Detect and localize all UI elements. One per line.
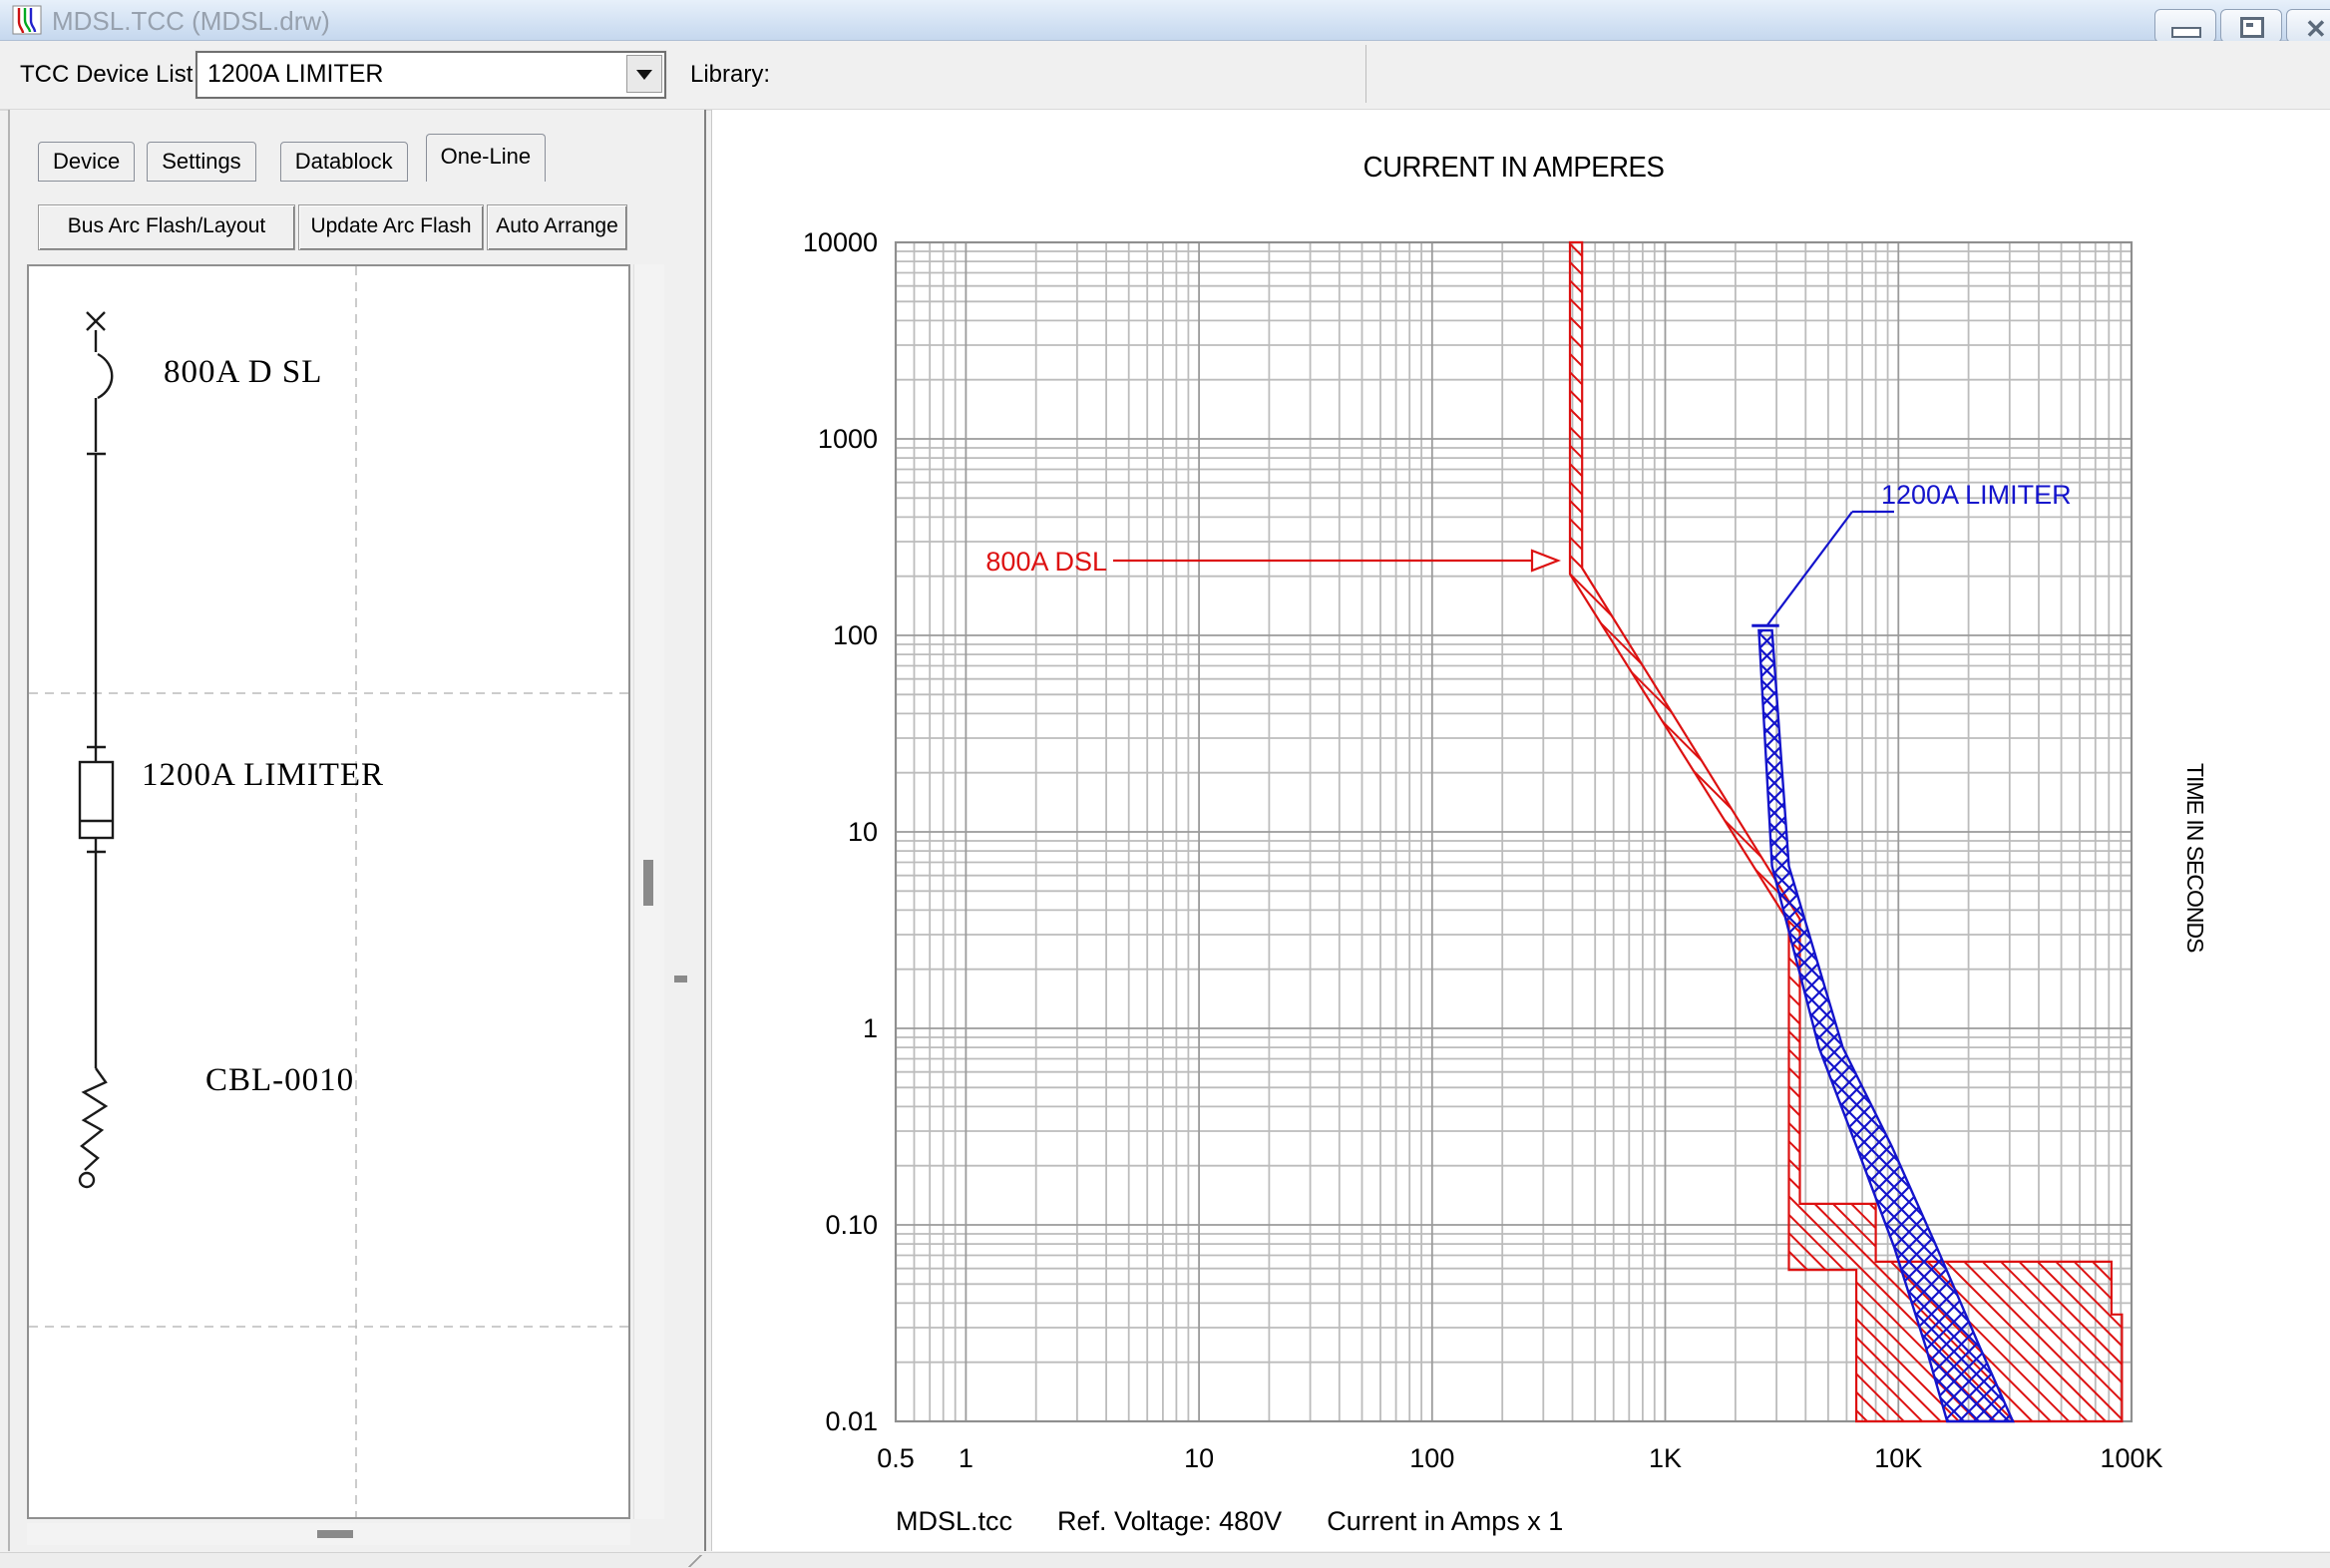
minimize-icon [2171,27,2201,38]
callout-800a-dsl[interactable]: 800A DSL [985,547,1558,577]
caption-ref-voltage: Ref. Voltage: 480V [1057,1506,1282,1537]
oneline-vertical-scrollbar[interactable] [633,264,664,1519]
chart-title: CURRENT IN AMPERES [927,152,2101,185]
vertical-scrollbar-thumb[interactable] [643,860,653,906]
tab-settings[interactable]: Settings [147,142,256,182]
x-tick-label: 1 [959,1443,973,1473]
x-tick-label: 1K [1649,1443,1682,1473]
arrowhead-icon [1532,551,1558,571]
toolbar: TCC Device List: 1200A LIMITER Library: [0,41,2330,111]
leader-line [1766,512,1852,626]
close-button[interactable]: ✕ [2286,9,2330,43]
x-tick-label: 100 [1409,1443,1454,1473]
toolbar-separator [1365,45,1366,103]
restore-icon [2240,17,2264,38]
chevron-down-icon [636,70,652,80]
app-icon [12,5,42,35]
update-arc-flash-button[interactable]: Update Arc Flash [298,204,484,250]
oneline-label-cable[interactable]: CBL-0010 [205,1062,354,1099]
x-tick-label: 0.5 [877,1443,915,1473]
y-tick-label: 0.01 [825,1406,878,1436]
oneline-canvas[interactable]: 800A D SL 1200A LIMITER CBL-0010 [27,264,630,1519]
x-tick-label: 100K [2100,1443,2162,1473]
tcc-device-list-label: TCC Device List: [20,61,199,89]
x-tick-label: 10 [1184,1443,1214,1473]
panel-splitter[interactable] [666,110,706,1551]
tcc-chart-panel: CURRENT IN AMPERES 10000 1000 100 10 1 0.10 0.… [711,110,2330,1551]
horizontal-scrollbar-thumb[interactable] [317,1530,353,1538]
minimize-button[interactable] [2154,9,2216,43]
restore-button[interactable] [2220,9,2282,43]
fuse-symbol[interactable] [80,747,113,1068]
curve-label-1200a-limiter: 1200A LIMITER [1881,480,2072,510]
left-panel: Device Settings Datablock One-Line Bus Arc … [8,110,706,1551]
panel-edge [704,110,706,1551]
titlebar[interactable]: MDSL.TCC (MDSL.drw) ✕ [0,0,2330,41]
tab-device[interactable]: Device [38,142,135,182]
y-tick-label: 1 [863,1013,878,1043]
chart-caption: MDSL.tcc Ref. Voltage: 480V Current in A… [896,1506,1563,1537]
y-tick-label: 10000 [803,227,878,257]
cable-symbol[interactable] [80,1068,106,1187]
tab-one-line[interactable]: One-Line [426,134,547,182]
breaker-symbol[interactable] [87,312,112,747]
y-axis-title: TIME IN SECONDS [2181,763,2208,992]
splitter-handle[interactable] [674,976,687,982]
caption-filename: MDSL.tcc [896,1506,1012,1537]
caption-current-scale: Current in Amps x 1 [1327,1506,1563,1537]
oneline-label-fuse[interactable]: 1200A LIMITER [142,757,384,794]
resize-grip-icon[interactable] [688,1555,702,1567]
status-bar [0,1552,2330,1568]
y-tick-label: 10 [848,817,878,847]
y-tick-label: 100 [833,620,878,650]
auto-arrange-button[interactable]: Auto Arrange [487,204,627,250]
tcc-plot[interactable]: 10000 1000 100 10 1 0.10 0.01 0.5 1 10 100 1K 10K 100… [712,110,2330,1551]
oneline-drawing [29,266,628,1517]
tcc-device-list-combobox[interactable]: 1200A LIMITER [195,51,666,99]
callout-1200a-limiter[interactable]: 1200A LIMITER [1766,480,2072,626]
app-window: MDSL.TCC (MDSL.drw) ✕ TCC Device List: 1… [0,0,2330,1568]
library-label: Library: [690,61,770,89]
window-title: MDSL.TCC (MDSL.drw) [52,6,330,37]
curve-label-800a-dsl: 800A DSL [985,547,1107,577]
y-tick-label: 1000 [818,424,878,454]
tab-datablock[interactable]: Datablock [280,142,408,182]
oneline-horizontal-scrollbar[interactable] [27,1523,630,1545]
combobox-value: 1200A LIMITER [207,60,383,89]
combobox-dropdown-button[interactable] [626,55,662,93]
oneline-label-breaker[interactable]: 800A D SL [164,354,322,391]
bus-arc-flash-layout-button[interactable]: Bus Arc Flash/Layout [38,204,295,250]
y-tick-label: 0.10 [825,1210,878,1240]
x-tick-label: 10K [1874,1443,1922,1473]
